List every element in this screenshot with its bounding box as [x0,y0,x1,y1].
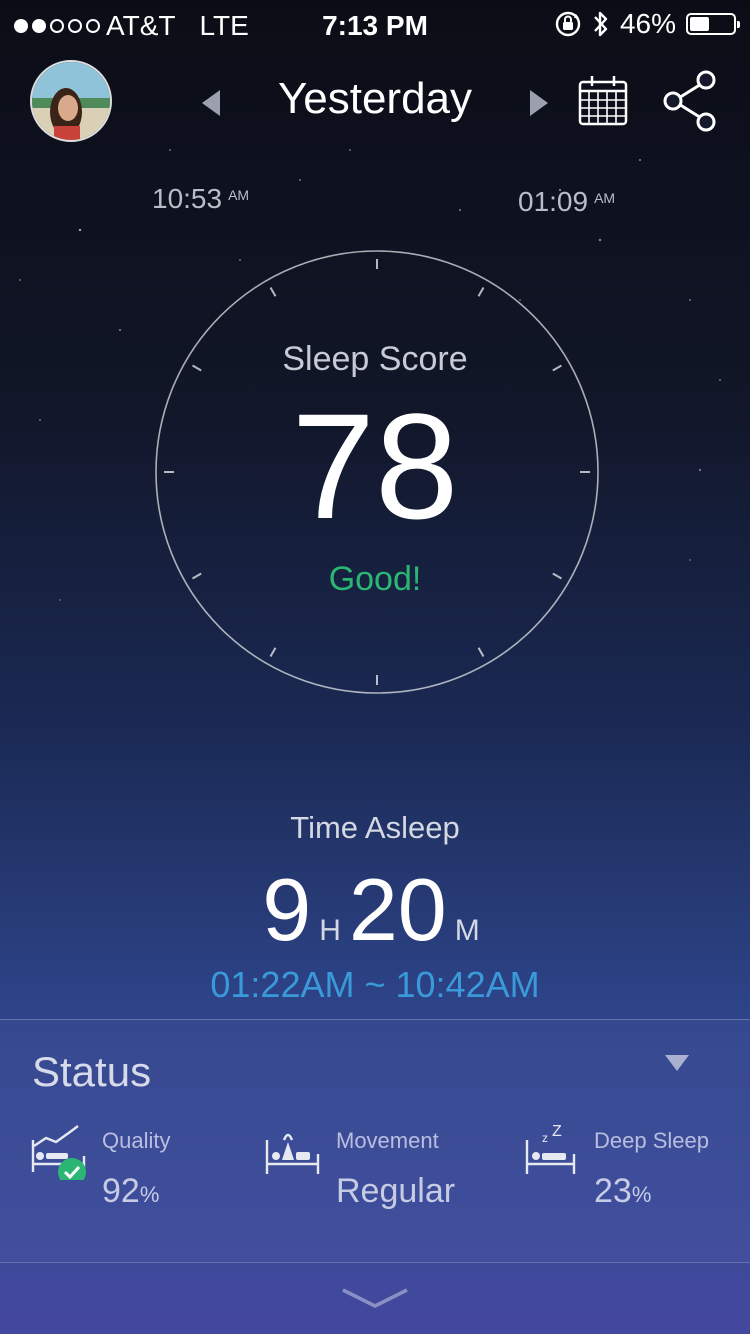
divider [0,1262,750,1263]
metric-deep-sleep-number: 23 [594,1172,632,1210]
sleep-window-start-ampm: AM [228,187,250,203]
previous-day-arrow-icon[interactable] [198,88,222,118]
deep-sleep-bed-icon: z Z [525,1123,576,1174]
movement-bed-icon [265,1133,320,1174]
quality-bed-chart-icon [31,1125,86,1180]
battery-icon [686,13,740,35]
status-title: Status [32,1048,152,1095]
sleep-score-label: Sleep Score [282,340,468,378]
metric-quality-unit: % [139,1182,160,1207]
dial-tick [269,287,277,297]
time-asleep-value: 9 H20 M [0,862,750,958]
time-asleep-hours-unit: H [319,914,341,947]
metric-quality-label: Quality [102,1128,171,1153]
time-asleep-label: Time Asleep [290,810,460,845]
metric-deep-sleep-value: 23% [594,1172,651,1211]
rotation-lock-icon [555,11,581,37]
time-asleep-hours: 9 [262,860,312,959]
metric-movement-label: Movement [336,1128,439,1153]
metric-quality-value: 92% [102,1172,159,1211]
time-asleep-range: 01:22AM ~ 10:42AM [210,964,540,1005]
status-bar: AT&T LTE 7:13 PM 46% [0,0,750,50]
metric-movement-text: Regular [336,1172,456,1210]
sleep-window-end-ampm: AM [594,190,616,206]
sleep-window-start-time: 10:53 [152,183,223,214]
status-indicators: 46% [554,8,740,40]
sleep-window-end: 01:09 AM [518,186,615,218]
share-icon[interactable] [662,70,718,132]
bluetooth-icon [594,11,608,37]
battery-percent: 46% [619,8,676,39]
metric-quality-number: 92 [102,1172,140,1210]
calendar-icon[interactable] [578,74,628,126]
sleep-score-rating: Good! [328,560,422,598]
sleep-window-start: 10:53 AM [152,183,249,215]
avatar[interactable] [30,60,112,142]
avatar-image [32,62,110,140]
metric-movement-value: Regular [336,1172,455,1211]
page-title: Yesterday [277,74,473,123]
collapse-triangle-icon[interactable] [664,1054,690,1072]
svg-text:z: z [542,1131,548,1145]
sleep-score-value: 78 [291,382,459,550]
metric-deep-sleep-label: Deep Sleep [594,1128,709,1153]
dial-tick [269,647,277,657]
time-asleep-minutes: 20 [348,860,447,959]
dial-tick [477,647,485,657]
dial-tick [477,287,485,297]
expand-chevron-down-icon[interactable] [340,1286,410,1310]
time-asleep-minutes-unit: M [454,914,480,947]
metric-deep-sleep-unit: % [631,1182,652,1207]
next-day-arrow-icon[interactable] [528,88,552,118]
svg-text:Z: Z [552,1123,562,1140]
sleep-window-end-time: 01:09 [518,186,589,217]
